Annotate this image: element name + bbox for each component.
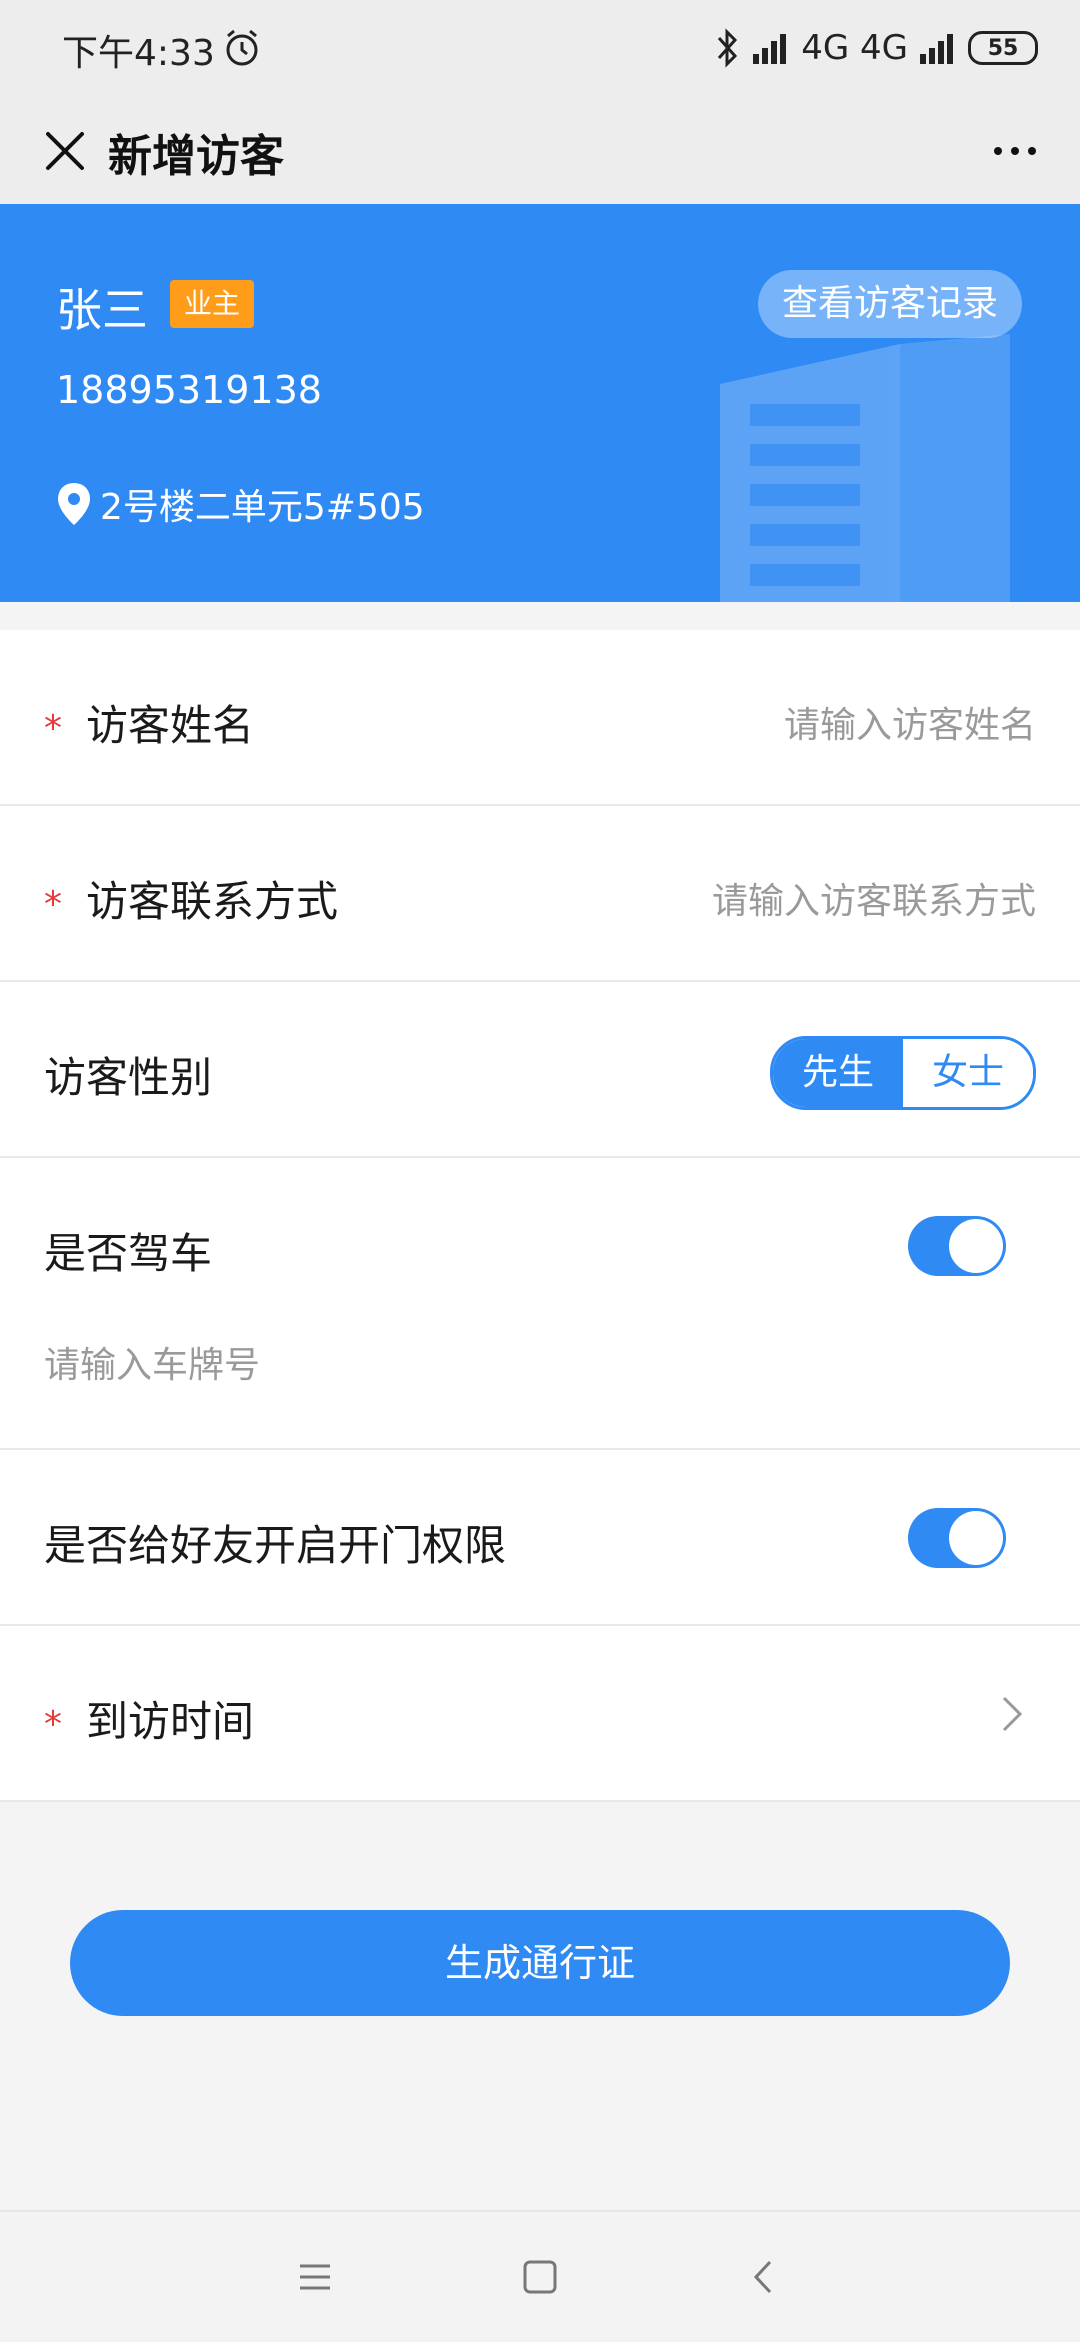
chevron-right-icon <box>1002 1696 1023 1732</box>
status-time: 下午4:33 <box>62 33 215 74</box>
driving-toggle[interactable] <box>908 1216 1006 1276</box>
close-icon[interactable] <box>30 116 100 186</box>
visitor-name-label: * 访客姓名 <box>44 701 255 750</box>
view-visitor-records-button[interactable]: 查看访客记录 <box>757 270 1022 338</box>
owner-role-badge: 业主 <box>170 280 255 328</box>
owner-card: 张三 业主 查看访客记录 18895319138 2号楼二单元5#505 <box>0 204 1080 602</box>
visitor-gender-label: 访客性别 <box>44 1053 213 1102</box>
signal-icon-2 <box>920 34 953 64</box>
network-type: 4G 4G <box>801 28 908 68</box>
visitor-contact-label: * 访客联系方式 <box>44 877 339 926</box>
required-mark: * <box>44 884 62 925</box>
location-pin-icon <box>58 483 90 525</box>
signal-icon <box>753 34 787 64</box>
visitor-form: * 访客姓名 请输入访客姓名 * 访客联系方式 请输入访客联系方式 访客性别 先生 … <box>0 630 1080 1802</box>
license-plate-input[interactable]: 请输入车牌号 <box>44 1336 260 1388</box>
driving-label: 是否驾车 <box>44 1229 213 1278</box>
back-icon[interactable] <box>740 2252 790 2302</box>
door-permission-label: 是否给好友开启开门权限 <box>44 1521 507 1570</box>
visit-time-row[interactable]: * 到访时间 <box>0 1626 1080 1802</box>
owner-address: 2号楼二单元5#505 <box>56 478 425 530</box>
toggle-knob <box>949 1219 1003 1273</box>
alarm-icon <box>226 29 258 66</box>
visitor-contact-row[interactable]: * 访客联系方式 请输入访客联系方式 <box>0 806 1080 982</box>
address-text: 2号楼二单元5#505 <box>100 487 425 528</box>
menu-icon[interactable] <box>290 2252 340 2302</box>
status-bar: 下午4:33 4G 4G 55 <box>0 0 1080 96</box>
status-indicators: 4G 4G 55 <box>715 26 1038 70</box>
owner-name: 张三 <box>56 283 148 337</box>
required-mark: * <box>44 1704 62 1745</box>
generate-pass-button[interactable]: 生成通行证 <box>70 1910 1010 2016</box>
toggle-knob <box>949 1511 1003 1565</box>
bluetooth-icon <box>718 28 738 68</box>
battery-level: 55 <box>987 35 1019 61</box>
owner-phone: 18895319138 <box>56 368 322 412</box>
more-icon[interactable] <box>980 116 1050 186</box>
building-illustration <box>720 334 1010 602</box>
visitor-contact-input[interactable]: 请输入访客联系方式 <box>712 872 1036 924</box>
driving-row: 是否驾车 请输入车牌号 <box>0 1158 1080 1450</box>
nav-bar: 新增访客 <box>0 96 1080 204</box>
door-permission-toggle[interactable] <box>908 1508 1006 1568</box>
required-mark: * <box>44 708 62 749</box>
visitor-name-row[interactable]: * 访客姓名 请输入访客姓名 <box>0 630 1080 806</box>
gender-segmented-control[interactable]: 先生 女士 <box>770 1036 1036 1110</box>
visit-time-label: * 到访时间 <box>44 1697 255 1746</box>
door-permission-row: 是否给好友开启开门权限 <box>0 1450 1080 1626</box>
battery-icon: 55 <box>968 31 1038 65</box>
page-title: 新增访客 <box>108 131 284 182</box>
system-nav-bar <box>0 2210 1080 2342</box>
gender-option-female[interactable]: 女士 <box>903 1039 1033 1107</box>
gender-option-male[interactable]: 先生 <box>773 1039 903 1107</box>
home-icon[interactable] <box>515 2252 565 2302</box>
visitor-name-input[interactable]: 请输入访客姓名 <box>784 696 1036 748</box>
visitor-gender-row: 访客性别 先生 女士 <box>0 982 1080 1158</box>
